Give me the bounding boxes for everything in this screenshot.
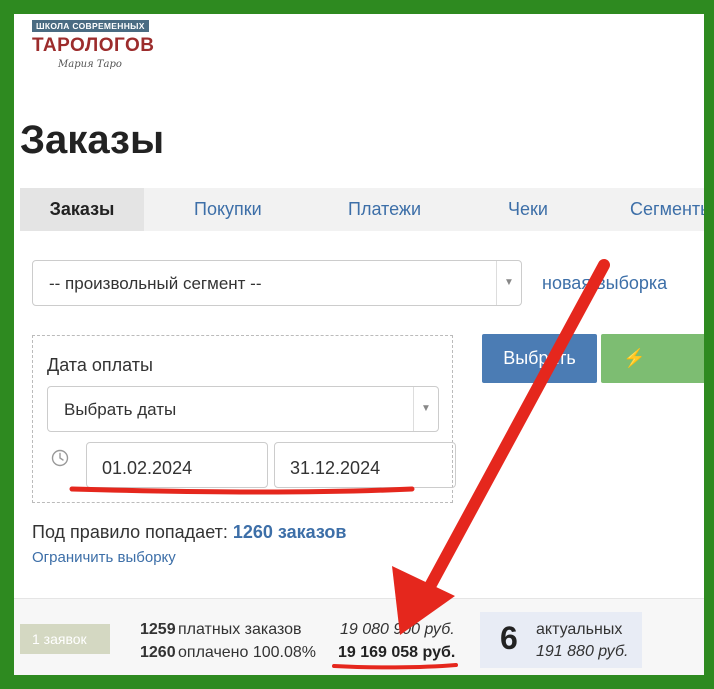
logo-top-line: ШКОЛА СОВРЕМЕННЫХ [32,20,149,32]
filter-label: Дата оплаты [47,355,153,375]
limit-selection-link[interactable]: Ограничить выборку [32,549,176,566]
logo-signature: Мария Таро [58,59,122,70]
logo-main-text: ТАРОЛОГОВ [32,35,155,56]
tab-payments[interactable]: Платежи [348,188,421,231]
actual-amount: 191 880 руб. [536,643,629,660]
segment-select[interactable]: -- произвольный сегмент -- ▼ [32,260,522,306]
tab-orders[interactable]: Заказы [20,188,144,231]
rule-summary: Под правило попадает: 1260 заказов [32,522,346,543]
actions-button[interactable]: ⚡ Действия [601,334,714,417]
date-from-input[interactable]: 01.02.2024 [86,442,268,488]
total-amount: 19 169 058 руб. [338,644,456,661]
clock-icon [51,449,69,467]
bolt-icon: ⚡ [623,348,646,368]
total-label: оплачено 100.08% [178,644,317,661]
rule-count: 1260 заказов [232,522,347,542]
rule-prefix: Под правило попадает: [32,522,228,542]
logo[interactable]: ШКОЛА СОВРЕМЕННЫХ ТАРОЛОГОВ Мария Таро [32,16,172,76]
tab-bar: Заказы Покупки Платежи Чеки Сегменты [20,188,713,231]
page-title: Заказы [20,118,165,162]
chevron-down-icon: ▼ [413,387,438,431]
date-to-input[interactable]: 31.12.2024 [274,442,456,488]
segment-select-value: -- произвольный сегмент -- [49,274,262,293]
total-paid-line: 1260 оплачено 100.08% 19 169 058 руб. [140,644,455,662]
actual-count: 6 [500,620,518,656]
actual-label: актуальных [536,621,623,638]
total-count: 1260 [140,644,176,661]
paid-label: платных заказов [178,621,302,638]
tab-receipts[interactable]: Чеки [508,188,548,231]
page-content: ШКОЛА СОВРЕМЕННЫХ ТАРОЛОГОВ Мария Таро З… [0,0,714,689]
actual-orders-box[interactable]: 6 актуальных 191 880 руб. [480,612,642,668]
paid-orders-line: 1259 платных заказов 19 080 900 руб. [140,621,455,639]
tab-segments[interactable]: Сегменты [630,188,713,231]
tab-purchases[interactable]: Покупки [194,188,262,231]
paid-amount: 19 080 900 руб. [340,621,455,638]
payment-date-filter: Дата оплаты Выбрать даты ▼ 01.02.2024 31… [32,335,456,503]
new-selection-link[interactable]: новая выборка [542,273,667,294]
date-range-select-value: Выбрать даты [64,400,177,419]
paid-count: 1259 [140,621,176,638]
chevron-down-icon: ▼ [496,261,521,305]
requests-badge: 1 заявок [20,624,110,654]
select-button[interactable]: Выбрать [482,334,597,383]
date-range-select[interactable]: Выбрать даты ▼ [47,386,439,432]
actions-button-label: Действия [601,397,680,417]
